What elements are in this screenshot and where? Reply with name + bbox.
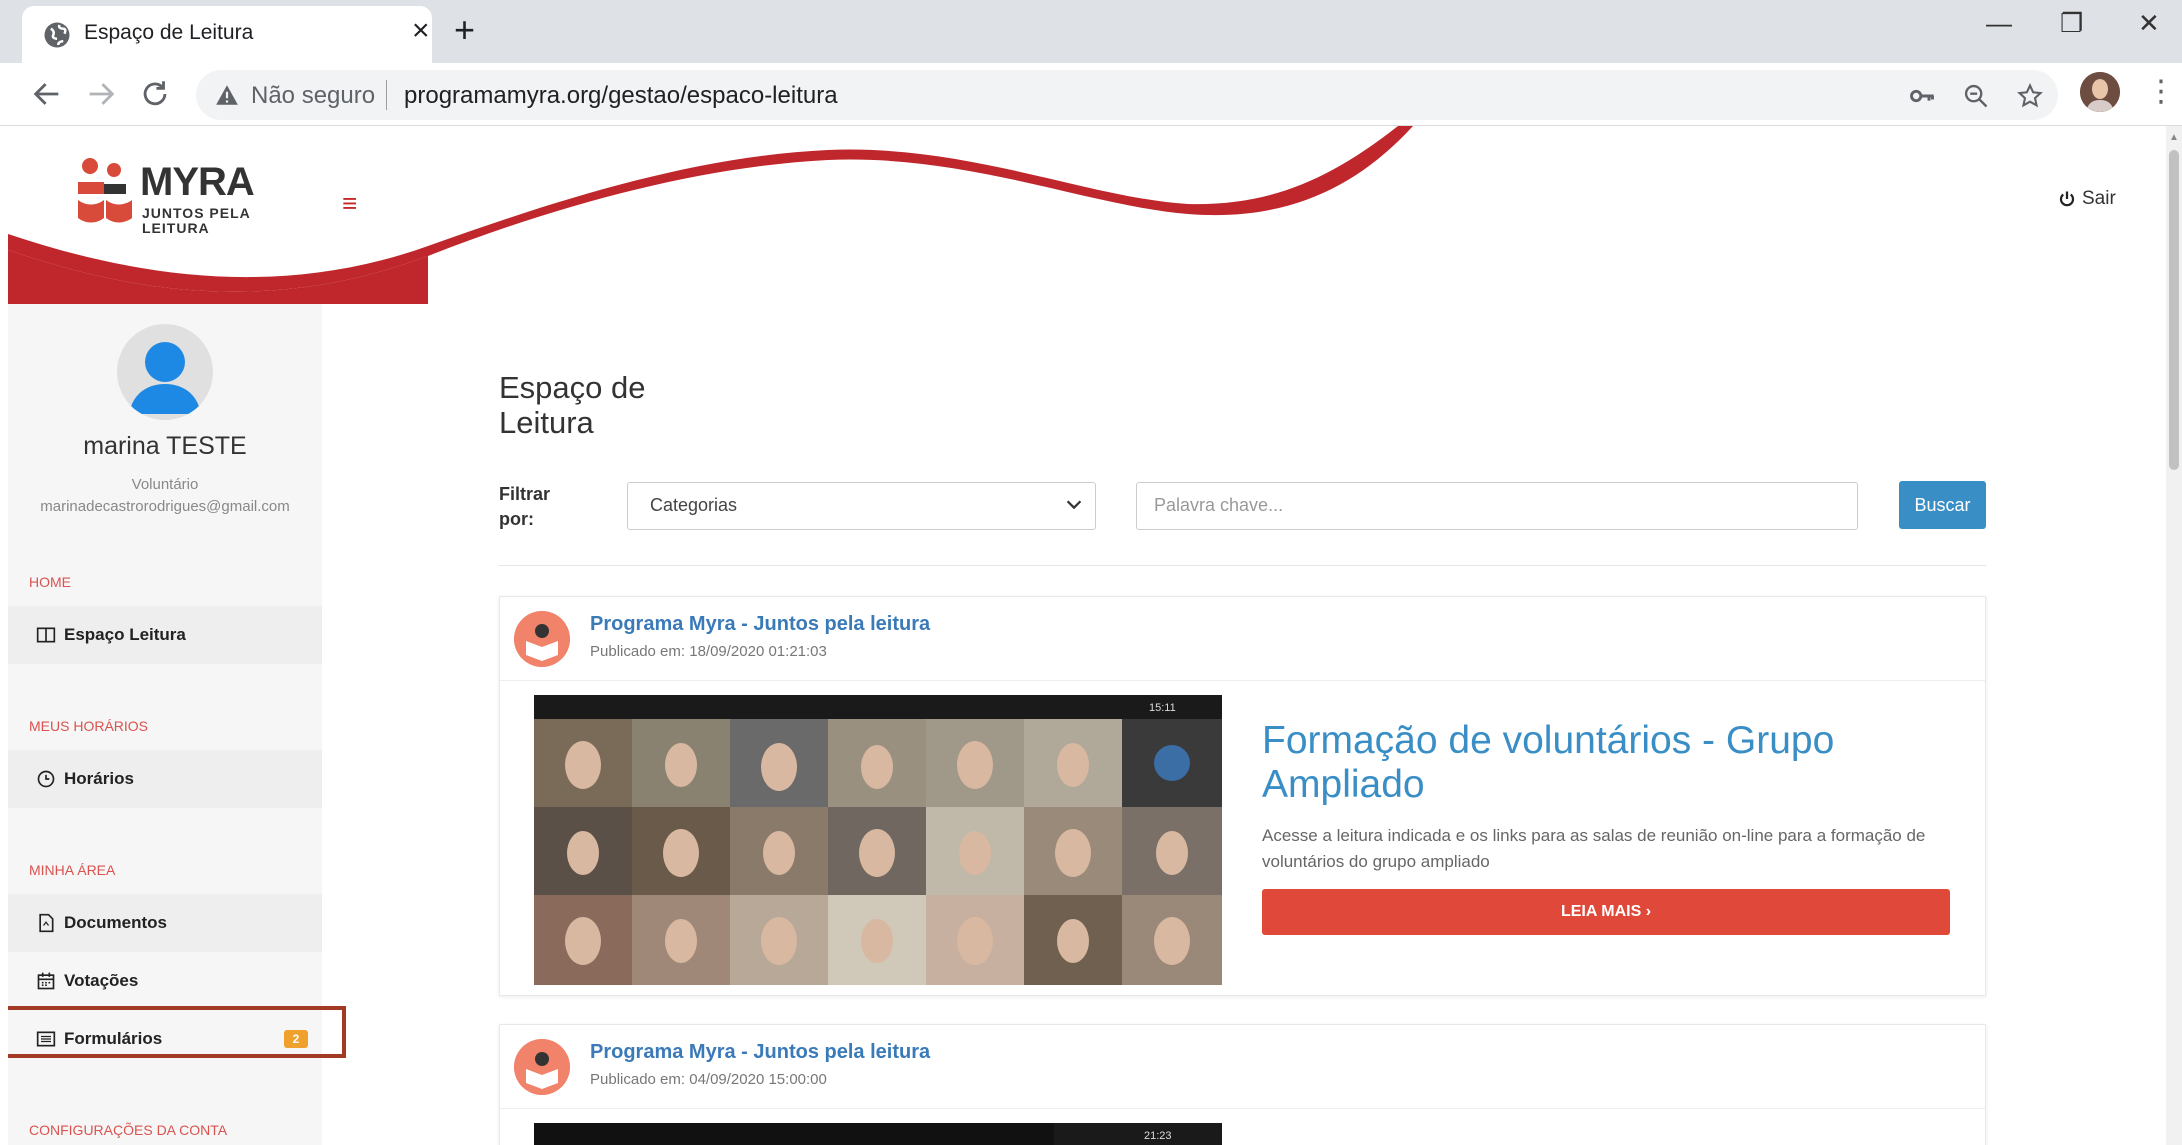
page-title: Espaço de Leitura (499, 370, 646, 440)
post-date: Publicado em: 04/09/2020 15:00:00 (590, 1071, 827, 1088)
warning-icon[interactable] (214, 82, 240, 108)
post-card: Programa Myra - Juntos pela leitura Publ… (499, 596, 1986, 996)
user-role: Voluntário (131, 476, 199, 493)
post-title[interactable]: Formação de voluntários - Grupo Ampliado (1262, 719, 1942, 807)
logout-link[interactable]: Sair (2058, 188, 2116, 210)
post-image-video-call[interactable]: 21:23 (534, 1123, 1222, 1145)
user-name: marina TESTE (83, 432, 247, 460)
logout-label: Sair (2082, 188, 2116, 209)
logo-tagline-line-1: JUNTOS PELA (142, 205, 251, 221)
post-author-avatar (514, 1039, 570, 1095)
meeting-time-text: 15:11 (1149, 702, 1176, 714)
reading-child-icon (514, 611, 570, 667)
category-select-value: Categorias (650, 495, 738, 515)
user-avatar (117, 324, 213, 420)
chrome-menu-icon[interactable]: ⋮ (2146, 77, 2176, 107)
video-call-grid-image: 21:23 (534, 1123, 1222, 1145)
site-header: MYRA JUNTOS PELA LEITURA ≡ Sair (8, 126, 2166, 304)
back-arrow-icon[interactable] (30, 77, 64, 111)
divider (499, 565, 1986, 566)
sidebar-item-label: Votações (64, 971, 139, 990)
post-author[interactable]: Programa Myra - Juntos pela leitura (590, 1041, 930, 1064)
user-email: marinadecastrorodrigues@gmail.com (40, 498, 290, 515)
post-image-video-call[interactable]: 15:11 (534, 695, 1222, 985)
address-bar[interactable]: Não seguro programamyra.org/gestao/espac… (196, 70, 2058, 120)
url-text[interactable]: programamyra.org/gestao/espaco-leitura (404, 82, 838, 110)
chevron-down-icon (1066, 500, 1082, 510)
zoom-out-icon[interactable] (1962, 82, 1990, 110)
power-icon (2059, 191, 2075, 207)
document-icon (39, 913, 54, 933)
profile-avatar[interactable] (2080, 72, 2120, 112)
post-author[interactable]: Programa Myra - Juntos pela leitura (590, 613, 930, 636)
sidebar-section-minha-area: MINHA ÁREA (8, 842, 322, 894)
logo-tagline: JUNTOS PELA LEITURA (142, 206, 251, 236)
myra-logo[interactable]: MYRA JUNTOS PELA LEITURA (76, 156, 276, 241)
post-header: Programa Myra - Juntos pela leitura Publ… (500, 1025, 1985, 1109)
person-photo-icon (2080, 72, 2120, 112)
profile-card: marina TESTE Voluntário marinadecastroro… (8, 304, 322, 554)
reading-child-icon (514, 1039, 570, 1095)
read-more-button[interactable]: LEIA MAIS › (1262, 889, 1950, 935)
post-author-avatar (514, 611, 570, 667)
post-header: Programa Myra - Juntos pela leitura Publ… (500, 597, 1985, 681)
browser-tab[interactable]: Espaço de Leitura × (22, 6, 432, 63)
tab-close-icon[interactable]: × (412, 16, 430, 46)
logo-tagline-line-2: LEITURA (142, 220, 210, 236)
sidebar-item-votacoes[interactable]: Votações (8, 952, 322, 1010)
browser-tabstrip: Espaço de Leitura × + — ❐ ✕ (0, 0, 2182, 63)
hamburger-menu-icon[interactable]: ≡ (342, 190, 357, 216)
sidebar-item-espaco-leitura[interactable]: Espaço Leitura (8, 606, 322, 664)
video-call-grid-image: 15:11 (534, 695, 1222, 985)
logo-wordmark: MYRA (140, 160, 255, 204)
close-window-button[interactable]: ✕ (2138, 10, 2160, 36)
post-description: Acesse a leitura indicada e os links par… (1262, 826, 1926, 871)
annotation-highlight-box (8, 1006, 346, 1058)
sidebar-section-meus-horarios: MEUS HORÁRIOS (8, 698, 322, 750)
clock-icon (37, 770, 55, 788)
user-silhouette-icon (129, 342, 201, 414)
scrollbar-thumb[interactable] (2169, 150, 2179, 470)
browser-toolbar: Não seguro programamyra.org/gestao/espac… (0, 63, 2182, 126)
reload-icon[interactable] (138, 77, 172, 111)
sidebar-item-documentos[interactable]: Documentos (8, 894, 322, 952)
keyword-search-input[interactable]: Palavra chave... (1136, 482, 1858, 530)
page-scrollbar[interactable]: ▲ (2166, 126, 2182, 1145)
book-open-icon (36, 627, 56, 643)
search-button[interactable]: Buscar (1899, 481, 1986, 529)
filter-label: Filtrar por: (499, 484, 551, 529)
security-label[interactable]: Não seguro (251, 82, 375, 110)
post-card: Programa Myra - Juntos pela leitura Publ… (499, 1024, 1986, 1145)
calendar-icon (37, 972, 55, 990)
sidebar-section-configuracoes: CONFIGURAÇÕES DA CONTA (8, 1102, 322, 1145)
globe-icon (44, 22, 70, 48)
myra-logo-mark-icon (78, 158, 132, 223)
forward-arrow-icon[interactable] (84, 77, 118, 111)
sidebar-item-label: Espaço Leitura (64, 625, 186, 644)
meeting-time-text: 21:23 (1144, 1130, 1172, 1142)
new-tab-button[interactable]: + (454, 12, 475, 48)
sidebar-item-horarios[interactable]: Horários (8, 750, 322, 808)
sidebar-item-label: Horários (64, 769, 134, 788)
sidebar-section-home: HOME (8, 554, 322, 606)
omnibox-separator (386, 80, 387, 110)
minimize-button[interactable]: — (1986, 10, 2012, 36)
tab-title: Espaço de Leitura (84, 21, 254, 44)
sidebar-item-label: Documentos (64, 913, 167, 932)
category-select[interactable]: Categorias (627, 482, 1096, 530)
web-page: MYRA JUNTOS PELA LEITURA ≡ Sair marina TE… (8, 126, 2166, 1145)
restore-button[interactable]: ❐ (2060, 10, 2083, 36)
key-icon[interactable] (1908, 82, 1936, 110)
header-wave-decoration (8, 126, 1413, 304)
star-icon[interactable] (2016, 82, 2044, 110)
scroll-up-arrow-icon[interactable]: ▲ (2169, 132, 2179, 143)
post-date: Publicado em: 18/09/2020 01:21:03 (590, 643, 827, 660)
